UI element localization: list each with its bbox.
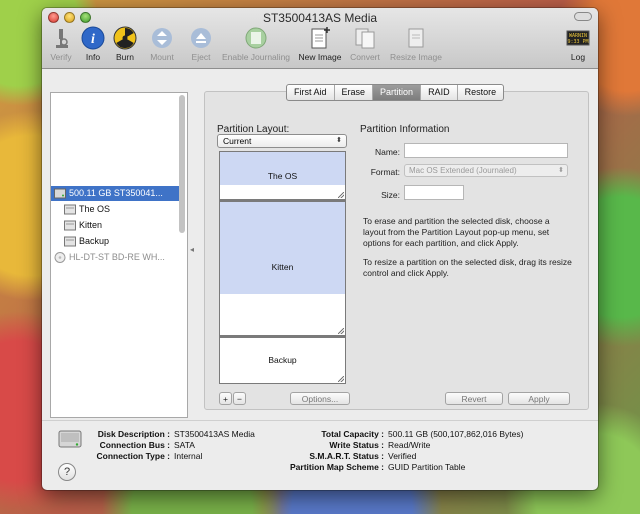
size-label: Size:: [381, 190, 400, 200]
resize-image-button[interactable]: Resize Image: [388, 26, 444, 62]
sidebar-item-optical-drive[interactable]: HL-DT-ST BD-RE WH...: [51, 250, 165, 265]
remove-partition-button[interactable]: −: [233, 392, 246, 405]
tab-first-aid[interactable]: First Aid: [287, 85, 335, 100]
eject-icon: [189, 26, 213, 50]
size-field[interactable]: [404, 185, 464, 200]
burn-icon: [113, 26, 137, 50]
resize-handle-icon[interactable]: [338, 376, 344, 382]
mount-button[interactable]: Mount: [148, 26, 176, 62]
resize-instructions: To resize a partition on the selected di…: [363, 257, 572, 278]
info-icon: i: [81, 26, 105, 50]
partition-the-os[interactable]: The OS: [220, 152, 345, 199]
svg-text:i: i: [91, 32, 95, 47]
volume-icon: [64, 236, 76, 247]
toolbar: ST3500413AS Media Verify i Info Burn Mou…: [42, 8, 598, 69]
log-button[interactable]: WARNIN 9:33 PM Log: [564, 26, 592, 62]
microscope-icon: [49, 26, 73, 50]
help-button[interactable]: ?: [58, 463, 76, 481]
apply-button[interactable]: Apply: [508, 392, 570, 405]
hard-disk-icon: [54, 188, 66, 199]
format-select[interactable]: Mac OS Extended (Journaled) ⬍: [404, 164, 568, 177]
partition-information-heading: Partition Information: [360, 124, 450, 135]
sidebar-item-disk[interactable]: 500.11 GB ST350041...: [51, 186, 179, 201]
sidebar-item-backup[interactable]: Backup: [51, 234, 109, 249]
info-button[interactable]: i Info: [80, 26, 106, 62]
tab-partition[interactable]: Partition: [373, 85, 422, 100]
split-view-grip[interactable]: ◂: [190, 245, 194, 254]
partition-instructions: To erase and partition the selected disk…: [363, 216, 550, 248]
tab-restore[interactable]: Restore: [458, 85, 504, 100]
partition-panel: Partition Layout: Current ⬍ The OS Kitte…: [204, 91, 589, 410]
tab-erase[interactable]: Erase: [335, 85, 374, 100]
new-image-button[interactable]: New Image: [298, 26, 342, 62]
resize-handle-icon[interactable]: [338, 192, 344, 198]
svg-text:9:33 PM: 9:33 PM: [567, 39, 588, 45]
format-label: Format:: [370, 167, 400, 177]
partition-backup[interactable]: Backup: [220, 338, 345, 383]
eject-button[interactable]: Eject: [188, 26, 214, 62]
enable-journaling-button[interactable]: Enable Journaling: [219, 26, 293, 62]
optical-drive-icon: [54, 252, 66, 264]
new-image-icon: [308, 26, 332, 50]
sidebar-item-the-os[interactable]: The OS: [51, 202, 110, 217]
partition-layout-select[interactable]: Current ⬍: [217, 134, 347, 148]
resize-image-icon: [404, 26, 428, 50]
revert-button[interactable]: Revert: [445, 392, 503, 405]
options-button[interactable]: Options...: [290, 392, 350, 405]
log-icon: WARNIN 9:33 PM: [566, 26, 590, 50]
device-sidebar: 500.11 GB ST350041... The OS Kitten Back…: [50, 92, 188, 418]
mount-icon: [150, 26, 174, 50]
name-field[interactable]: [404, 143, 568, 158]
volume-icon: [64, 220, 76, 231]
add-partition-button[interactable]: +: [219, 392, 232, 405]
journaling-icon: [244, 26, 268, 50]
tab-bar: First Aid Erase Partition RAID Restore: [286, 84, 505, 101]
resize-handle-icon[interactable]: [338, 328, 344, 334]
volume-icon: [64, 204, 76, 215]
verify-button[interactable]: Verify: [48, 26, 74, 62]
popup-arrows-icon: ⬍: [558, 167, 564, 174]
convert-button[interactable]: Convert: [347, 26, 383, 62]
tab-raid[interactable]: RAID: [421, 85, 458, 100]
popup-arrows-icon: ⬍: [336, 137, 342, 144]
name-label: Name:: [374, 147, 400, 157]
partition-map: The OS Kitten Backup: [219, 151, 346, 384]
burn-button[interactable]: Burn: [112, 26, 138, 62]
sidebar-item-kitten[interactable]: Kitten: [51, 218, 102, 233]
convert-icon: [353, 26, 377, 50]
disk-utility-window: ST3500413AS Media Verify i Info Burn Mou…: [42, 8, 598, 490]
info-divider: [42, 420, 598, 421]
sidebar-scrollbar[interactable]: [179, 95, 185, 233]
window-title: ST3500413AS Media: [262, 11, 378, 25]
partition-kitten[interactable]: Kitten: [220, 202, 345, 335]
